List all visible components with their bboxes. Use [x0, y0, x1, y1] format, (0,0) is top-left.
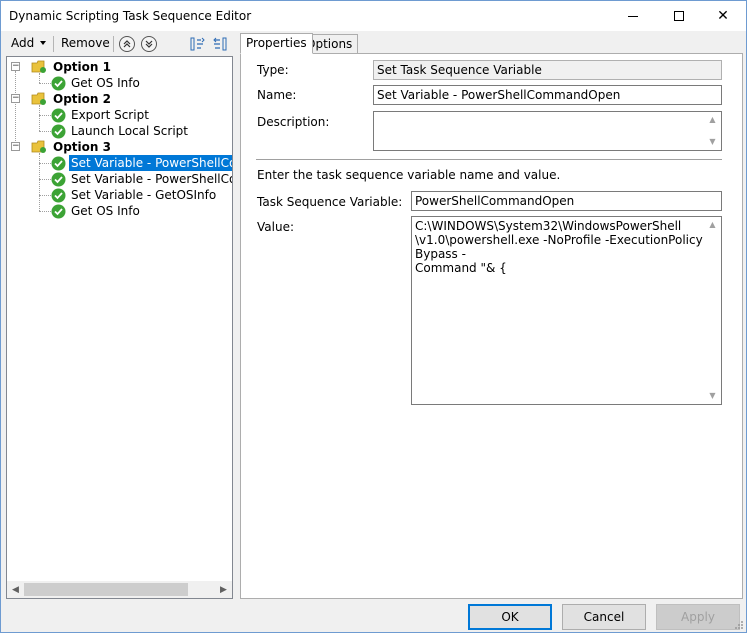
folder-icon	[31, 140, 46, 153]
tree-group-label: Option 2	[53, 92, 111, 106]
tree-group-option-2[interactable]: − Option 2	[7, 91, 232, 107]
name-input[interactable]: Set Variable - PowerShellCommandOpen	[373, 85, 722, 105]
tree-item-label: Launch Local Script	[71, 124, 188, 138]
task-sequence-tree[interactable]: − Option 1 Get OS Info − Option 2 Export…	[6, 56, 233, 599]
ok-button[interactable]: OK	[468, 604, 552, 630]
variable-label: Task Sequence Variable:	[257, 195, 403, 209]
close-icon: ✕	[717, 8, 729, 24]
minimize-button[interactable]	[610, 1, 656, 31]
move-up-icon[interactable]	[119, 36, 135, 52]
tree-horizontal-scrollbar[interactable]: ◀ ▶	[7, 581, 232, 598]
tree-item-label: Set Variable - PowerShellCommandOpen	[69, 155, 232, 171]
collapse-icon[interactable]: −	[11, 142, 20, 151]
check-icon	[51, 204, 66, 219]
value-label: Value:	[257, 220, 294, 234]
description-scrollbar[interactable]: ▲ ▼	[704, 112, 721, 150]
check-icon	[51, 156, 66, 171]
scrollbar-thumb[interactable]	[24, 583, 188, 596]
value-textarea[interactable]: C:\WINDOWS\System32\WindowsPowerShell \v…	[411, 216, 722, 405]
scroll-left-icon[interactable]: ◀	[7, 581, 24, 598]
section-divider	[256, 159, 722, 160]
scroll-up-icon[interactable]: ▲	[704, 217, 721, 233]
description-label: Description:	[257, 115, 330, 129]
tree-item[interactable]: Set Variable - GetOSInfo	[7, 187, 232, 203]
move-down-icon[interactable]	[141, 36, 157, 52]
remove-button[interactable]: Remove	[61, 36, 110, 50]
scroll-down-icon[interactable]: ▼	[704, 388, 721, 404]
folder-icon	[31, 60, 46, 73]
tree-group-option-1[interactable]: − Option 1	[7, 59, 232, 75]
collapse-icon[interactable]: −	[11, 62, 20, 71]
tree-item[interactable]: Export Script	[7, 107, 232, 123]
check-icon	[51, 124, 66, 139]
tree-group-label: Option 1	[53, 60, 111, 74]
value-scrollbar[interactable]: ▲ ▼	[704, 217, 721, 404]
tree-item-label: Get OS Info	[71, 204, 140, 218]
scroll-up-icon[interactable]: ▲	[704, 112, 721, 128]
tree-item[interactable]: Get OS Info	[7, 75, 232, 91]
value-line: C:\WINDOWS\System32\WindowsPowerShell	[415, 219, 682, 233]
maximize-button[interactable]	[656, 1, 702, 31]
type-label: Type:	[257, 63, 289, 77]
apply-button: Apply	[656, 604, 740, 630]
tree-group-label: Option 3	[53, 140, 111, 154]
variable-input[interactable]: PowerShellCommandOpen	[411, 191, 722, 211]
tree-item[interactable]: Launch Local Script	[7, 123, 232, 139]
description-textarea[interactable]: ▲ ▼	[373, 111, 722, 151]
panel-splitter[interactable]	[235, 33, 238, 601]
expand-all-icon[interactable]	[189, 35, 207, 53]
tree-toolbar: Add Remove	[6, 33, 234, 55]
instructions-text: Enter the task sequence variable name an…	[257, 168, 561, 182]
tab-properties[interactable]: Properties	[240, 33, 313, 54]
check-icon	[51, 108, 66, 123]
value-line: \v1.0\powershell.exe -NoProfile -Executi…	[415, 233, 703, 261]
check-icon	[51, 188, 66, 203]
scroll-right-icon[interactable]: ▶	[215, 581, 232, 598]
check-icon	[51, 76, 66, 91]
minimize-icon	[628, 15, 638, 17]
check-icon	[51, 172, 66, 187]
close-button[interactable]: ✕	[700, 1, 746, 31]
add-dropdown-caret-icon[interactable]	[40, 41, 46, 45]
tree-item-selected[interactable]: Set Variable - PowerShellCommandOpen	[7, 155, 232, 171]
editor-window: Dynamic Scripting Task Sequence Editor ✕…	[0, 0, 747, 633]
value-line: Command "& {	[415, 261, 507, 275]
title-bar: Dynamic Scripting Task Sequence Editor ✕	[1, 1, 746, 31]
tree-item[interactable]: Set Variable - PowerShellCommandClose	[7, 171, 232, 187]
collapse-icon[interactable]: −	[11, 94, 20, 103]
tree-item[interactable]: Get OS Info	[7, 203, 232, 219]
collapse-all-icon[interactable]	[211, 35, 229, 53]
add-menu-button[interactable]: Add	[11, 36, 34, 50]
toolbar-separator	[53, 36, 54, 52]
tree-item-label: Export Script	[71, 108, 149, 122]
window-title: Dynamic Scripting Task Sequence Editor	[9, 9, 252, 23]
tree-item-label: Get OS Info	[71, 76, 140, 90]
maximize-icon	[674, 11, 684, 21]
resize-grip-icon[interactable]	[734, 620, 744, 630]
folder-icon	[31, 92, 46, 105]
toolbar-separator	[113, 36, 114, 52]
cancel-button[interactable]: Cancel	[562, 604, 646, 630]
tree-group-option-3[interactable]: − Option 3	[7, 139, 232, 155]
tree-item-label: Set Variable - GetOSInfo	[71, 188, 217, 202]
name-label: Name:	[257, 88, 297, 102]
scroll-down-icon[interactable]: ▼	[704, 134, 721, 150]
type-field: Set Task Sequence Variable	[373, 60, 722, 80]
tree-item-label: Set Variable - PowerShellCommandClose	[71, 172, 232, 186]
